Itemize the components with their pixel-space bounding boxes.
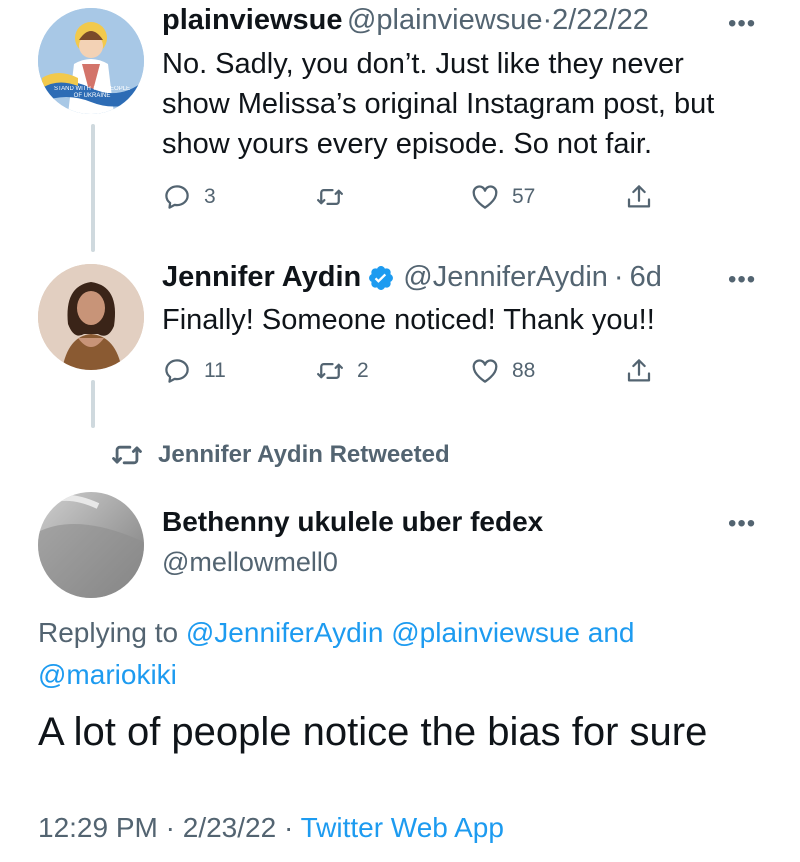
avatar-jenniferaydin[interactable] <box>38 264 144 370</box>
tweet1-like-button[interactable]: 57 <box>470 182 535 212</box>
tweet1-separator: · <box>542 4 553 36</box>
tweet1-like-count: 57 <box>512 185 536 208</box>
thread-line <box>91 124 95 252</box>
tweet2-text: Finally! Someone noticed! Thank you!! <box>162 304 655 336</box>
source-link[interactable]: Twitter Web App <box>301 812 504 843</box>
tweet2-author-handle[interactable]: @JenniferAydin <box>403 261 608 294</box>
tweet1-reply-button[interactable]: 3 <box>162 182 216 212</box>
verified-badge-icon <box>369 265 394 290</box>
main-tweet-time[interactable]: 12:29 PM <box>38 812 158 843</box>
avatar-mellowmell0[interactable] <box>38 492 144 598</box>
meta-separator: · <box>165 812 175 843</box>
tweet2-reply-count: 11 <box>204 359 226 382</box>
mention-link[interactable]: @plainviewsue <box>391 617 580 648</box>
tweet2-share-button[interactable] <box>624 356 654 386</box>
reply-icon <box>165 359 189 383</box>
avatar-jenniferaydin-image <box>38 264 144 370</box>
tweet2-reply-button[interactable]: 11 <box>162 356 226 386</box>
retweet-banner-text: Jennifer Aydin Retweeted <box>158 441 450 468</box>
tweet2-retweet-button[interactable]: 2 <box>315 356 369 386</box>
tweet1-author-handle[interactable]: @plainviewsue <box>347 4 542 36</box>
share-icon <box>627 359 651 382</box>
tweet2-like-button[interactable]: 88 <box>470 356 535 386</box>
tweet1-text-line: show Melissa’s original Instagram post, … <box>162 88 715 120</box>
tweet2-like-count: 88 <box>512 359 536 382</box>
thread-line <box>91 380 95 428</box>
like-icon <box>472 359 498 383</box>
tweet1-text-line: show yours every episode. So not fair. <box>162 128 653 160</box>
retweet-icon <box>112 445 142 465</box>
main-tweet-meta: 12:29 PM · 2/23/22 · Twitter Web App <box>38 812 504 844</box>
tweet1-reply-count: 3 <box>204 185 216 208</box>
retweet-icon <box>317 363 343 379</box>
main-tweet-date[interactable]: 2/23/22 <box>183 812 276 843</box>
replying-to-and[interactable]: and <box>588 617 635 648</box>
mention-link[interactable]: @JenniferAydin <box>186 617 384 648</box>
main-tweet-author-handle[interactable]: @mellowmell0 <box>162 547 338 578</box>
tweet2-date[interactable]: 6d <box>630 261 662 294</box>
more-icon[interactable]: ••• <box>728 268 756 292</box>
tweet2-separator: · <box>613 261 624 293</box>
tweet1-retweet-button[interactable] <box>315 182 357 212</box>
main-tweet-author-name[interactable]: Bethenny ukulele uber fedex <box>162 506 543 538</box>
like-icon <box>472 185 498 209</box>
tweet1-text-line: No. Sadly, you don’t. Just like they nev… <box>162 48 684 80</box>
mention-link[interactable]: @mariokiki <box>38 659 177 690</box>
retweet-banner[interactable]: Jennifer Aydin Retweeted <box>110 438 450 472</box>
avatar-plainviewsue[interactable]: STAND WITH THE PEOPLE OF UKRAINE <box>38 8 144 114</box>
tweet2-retweet-count: 2 <box>357 359 369 382</box>
share-icon <box>627 185 651 208</box>
avatar-mellowmell0-image <box>38 492 144 598</box>
tweet2-author-name[interactable]: Jennifer Aydin <box>162 261 361 294</box>
tweet1-date[interactable]: 2/22/22 <box>552 4 649 36</box>
tweet1-text: No. Sadly, you don’t. Just like they nev… <box>162 44 714 164</box>
tweet1-author-name[interactable]: plainviewsue <box>162 4 343 36</box>
replying-to-prefix: Replying to <box>38 617 179 648</box>
more-icon[interactable]: ••• <box>728 12 756 36</box>
more-icon[interactable]: ••• <box>728 512 756 536</box>
reply-icon <box>165 185 189 209</box>
avatar-plainviewsue-text: STAND WITH THE PEOPLE OF UKRAINE <box>53 86 131 99</box>
tweet1-share-button[interactable] <box>624 182 654 212</box>
tweet2-header: Jennifer Aydin @JenniferAydin · 6d <box>162 261 662 294</box>
retweet-icon <box>317 189 343 205</box>
main-tweet-text: A lot of people notice the bias for sure <box>38 710 708 754</box>
replying-to-line1: Replying to @JenniferAydin @plainviewsue… <box>38 614 758 652</box>
replying-to: Replying to @JenniferAydin @plainviewsue… <box>38 614 758 694</box>
meta-separator: · <box>283 812 294 843</box>
tweet1-header: plainviewsue @plainviewsue·2/22/22 <box>162 4 649 37</box>
replying-to-line2: @mariokiki <box>38 656 758 694</box>
